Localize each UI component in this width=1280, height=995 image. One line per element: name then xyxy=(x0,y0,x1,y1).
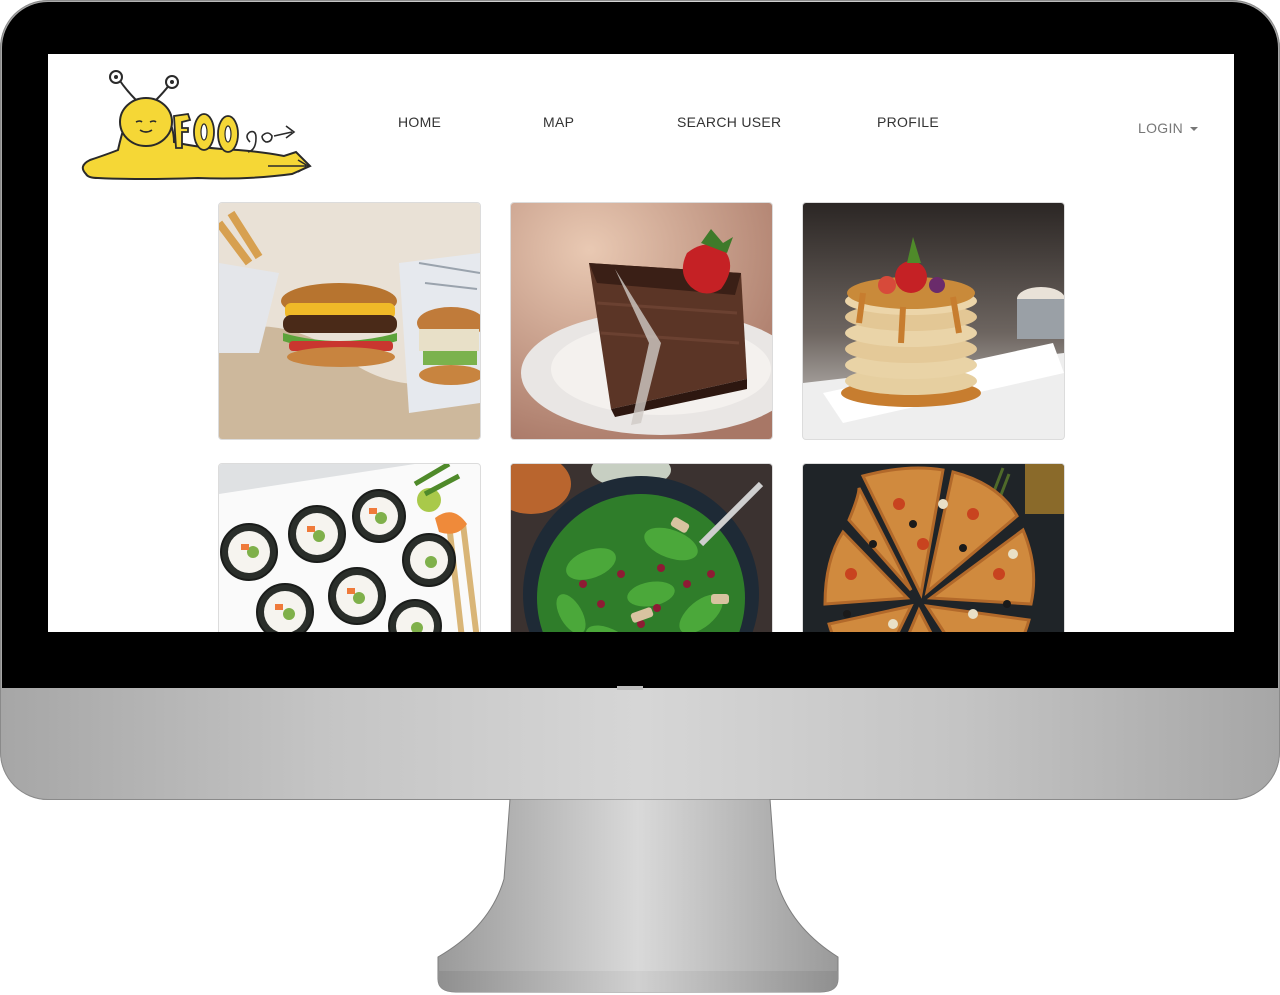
gallery-item-burgers[interactable] xyxy=(218,202,481,440)
nav-item-search-user[interactable]: SEARCH USER xyxy=(677,114,781,130)
nav-item-map[interactable]: MAP xyxy=(543,114,574,130)
pizza-photo xyxy=(803,464,1064,632)
sushi-photo xyxy=(219,464,480,632)
screen: HOME MAP SEARCH USER PROFILE LOGIN xyxy=(48,54,1234,632)
nav-item-profile[interactable]: PROFILE xyxy=(877,114,939,130)
nav-item-home[interactable]: HOME xyxy=(398,114,441,130)
gallery-item-pancakes[interactable] xyxy=(802,202,1065,440)
desktop-monitor: HOME MAP SEARCH USER PROFILE LOGIN xyxy=(0,0,1280,995)
gallery-item-pizza[interactable] xyxy=(802,463,1065,632)
salad-photo xyxy=(511,464,772,632)
caret-down-icon xyxy=(1190,127,1199,132)
monitor-chin-mark xyxy=(617,686,643,690)
gallery-item-sushi[interactable] xyxy=(218,463,481,632)
login-label: LOGIN xyxy=(1138,120,1184,136)
login-dropdown[interactable]: LOGIN xyxy=(1138,120,1199,136)
main-nav: HOME MAP SEARCH USER PROFILE xyxy=(48,114,1234,134)
gallery-item-salad[interactable] xyxy=(510,463,773,632)
gallery-item-chocolate-cake[interactable] xyxy=(510,202,773,440)
burger-photo xyxy=(219,203,480,439)
monitor-stand xyxy=(437,799,839,993)
cake-photo xyxy=(511,203,772,439)
pancakes-photo xyxy=(803,203,1064,439)
